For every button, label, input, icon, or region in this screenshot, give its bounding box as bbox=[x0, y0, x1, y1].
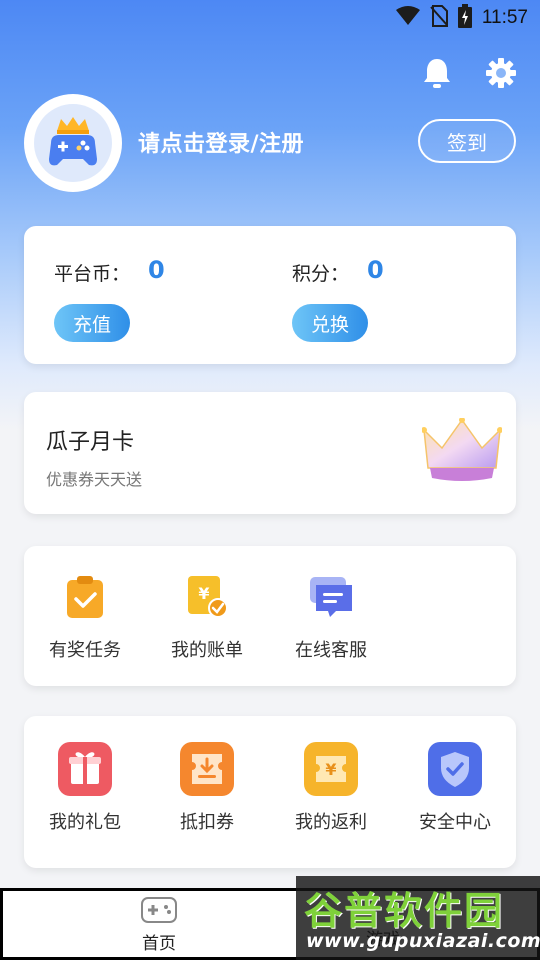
monthly-card-banner[interactable]: 瓜子月卡 优惠券天天送 bbox=[24, 392, 516, 514]
gift-icon bbox=[58, 742, 112, 796]
battery-charging-icon bbox=[457, 4, 472, 32]
online-support-item[interactable]: 在线客服 bbox=[276, 570, 386, 662]
online-support-label: 在线客服 bbox=[295, 640, 367, 661]
rebate-icon: ¥ bbox=[304, 742, 358, 796]
no-sim-icon bbox=[430, 5, 448, 31]
crown-icon bbox=[422, 418, 502, 481]
bill-icon: ¥ bbox=[180, 570, 234, 624]
avatar[interactable] bbox=[24, 94, 122, 192]
chat-icon bbox=[304, 570, 358, 624]
bell-icon[interactable] bbox=[420, 56, 454, 90]
status-bar: 11:57 bbox=[0, 0, 540, 36]
my-bills-label: 我的账单 bbox=[171, 640, 243, 661]
monthly-card-title: 瓜子月卡 bbox=[46, 430, 135, 455]
exchange-button[interactable]: 兑换 bbox=[292, 304, 368, 342]
security-center-label: 安全中心 bbox=[419, 812, 491, 833]
gamepad-crown-icon bbox=[49, 117, 97, 166]
reward-tasks-label: 有奖任务 bbox=[49, 640, 121, 661]
signin-button[interactable]: 签到 bbox=[418, 119, 516, 163]
wifi-icon bbox=[395, 6, 420, 30]
status-time: 11:57 bbox=[481, 7, 528, 28]
coupon-item[interactable]: 抵扣券 bbox=[152, 742, 262, 834]
watermark: 谷普软件园 www.gupuxiazai.com bbox=[296, 876, 540, 960]
shield-icon bbox=[428, 742, 482, 796]
watermark-url: www.gupuxiazai.com bbox=[306, 930, 540, 952]
gamepad-icon bbox=[141, 897, 177, 923]
login-register-link[interactable]: 请点击登录/注册 bbox=[138, 126, 304, 158]
features-card: 我的礼包 抵扣券 ¥ 我的返利 安全中心 bbox=[24, 716, 516, 868]
svg-text:¥: ¥ bbox=[198, 584, 209, 603]
recharge-button[interactable]: 充值 bbox=[54, 304, 130, 342]
my-rebate-item[interactable]: ¥ 我的返利 bbox=[276, 742, 386, 834]
coupon-icon bbox=[180, 742, 234, 796]
monthly-card-subtitle: 优惠券天天送 bbox=[46, 470, 143, 489]
platform-coin-label: 平台币： bbox=[54, 263, 131, 285]
tab-home[interactable]: 首页 bbox=[99, 897, 219, 954]
my-gifts-item[interactable]: 我的礼包 bbox=[30, 742, 140, 834]
services-card: 有奖任务 ¥ 我的账单 在线客服 bbox=[24, 546, 516, 686]
watermark-title: 谷普软件园 bbox=[304, 889, 505, 933]
points-label: 积分： bbox=[292, 263, 350, 285]
svg-text:¥: ¥ bbox=[325, 760, 336, 779]
my-gifts-label: 我的礼包 bbox=[49, 812, 121, 833]
reward-tasks-item[interactable]: 有奖任务 bbox=[30, 570, 140, 662]
my-rebate-label: 我的返利 bbox=[295, 812, 367, 833]
platform-coin-value: 0 bbox=[148, 256, 165, 284]
gear-icon[interactable] bbox=[484, 56, 518, 90]
task-clipboard-icon bbox=[58, 570, 112, 624]
tab-home-label: 首页 bbox=[142, 934, 176, 954]
points-value: 0 bbox=[367, 256, 384, 284]
my-bills-item[interactable]: ¥ 我的账单 bbox=[152, 570, 262, 662]
security-center-item[interactable]: 安全中心 bbox=[400, 742, 510, 834]
coupon-label: 抵扣券 bbox=[180, 812, 234, 833]
wallet-card: 平台币： 0 积分： 0 充值 兑换 bbox=[24, 226, 516, 364]
